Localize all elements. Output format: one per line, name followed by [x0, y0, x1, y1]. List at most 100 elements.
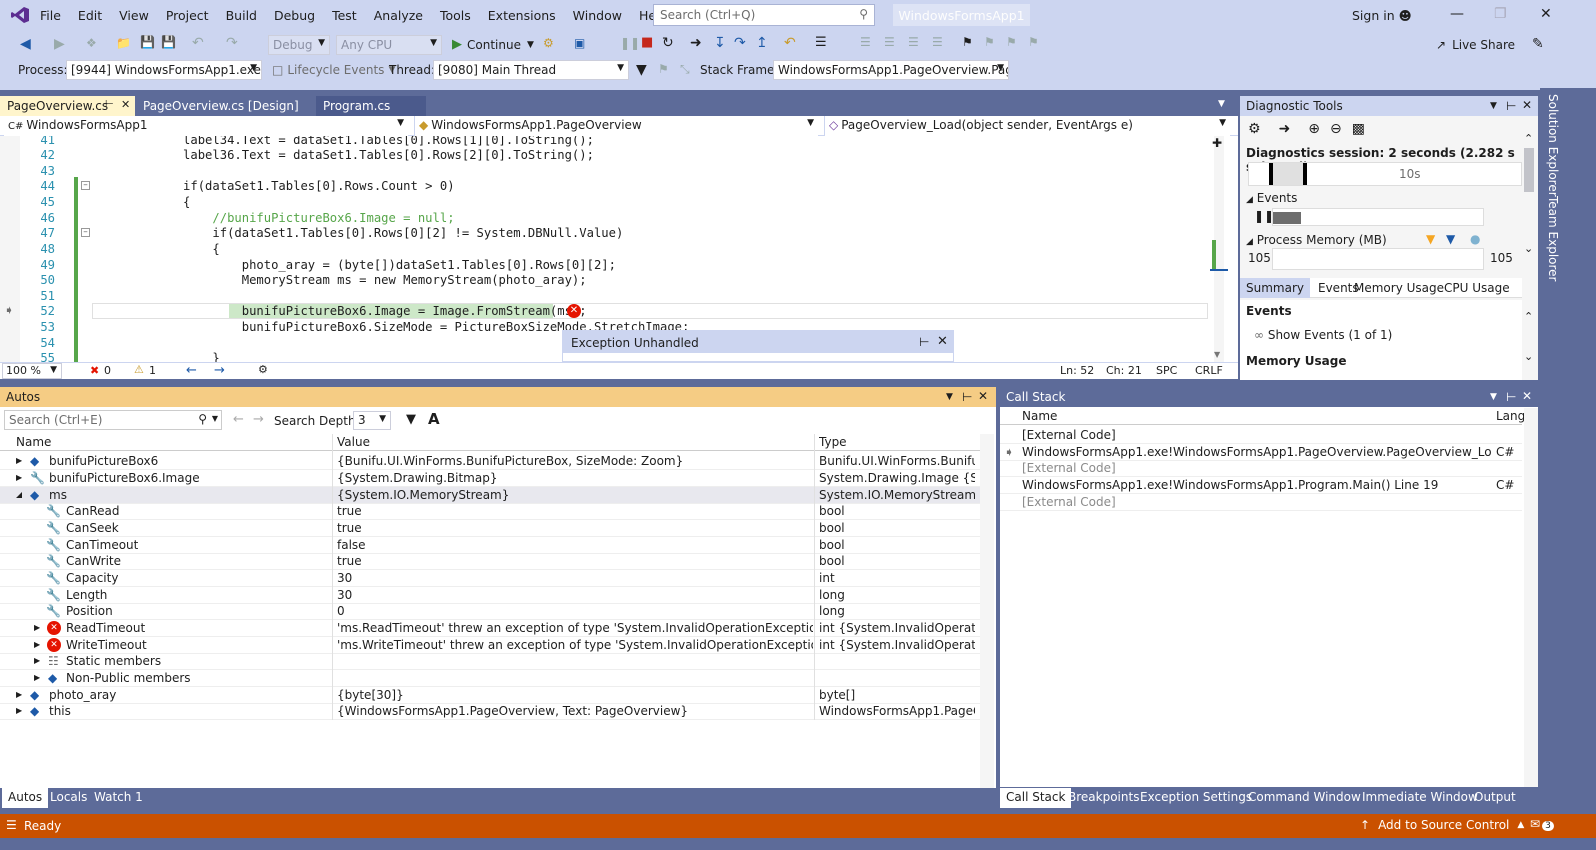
menu-analyze[interactable]: Analyze: [374, 8, 423, 23]
tab-immediate-window[interactable]: Immediate Window: [1356, 788, 1484, 808]
call-stack-row[interactable]: [External Code]: [1000, 427, 1522, 444]
autos-scrollbar[interactable]: [980, 434, 994, 788]
zoom-out-icon[interactable]: ⊖: [1330, 121, 1342, 137]
column-divider[interactable]: [332, 434, 333, 720]
team-explorer-tab[interactable]: Team Explorer: [1546, 196, 1560, 282]
search-depth-select[interactable]: 3 ▼: [353, 411, 391, 430]
menu-debug[interactable]: Debug: [274, 8, 315, 23]
pin-icon[interactable]: ⊢: [105, 99, 114, 110]
autos-row[interactable]: ▶ 🔧 bunifuPictureBox6.Image {System.Drawing…: [0, 470, 980, 487]
scroll-down-icon[interactable]: ▼: [1214, 350, 1220, 359]
search-forward-icon[interactable]: →: [253, 412, 264, 427]
search-back-icon[interactable]: ←: [233, 412, 244, 427]
tab-summary[interactable]: Summary: [1240, 278, 1310, 298]
expand-icon[interactable]: ▶: [34, 656, 40, 665]
tab-call-stack[interactable]: Call Stack: [1000, 788, 1072, 808]
tab-memory-usage[interactable]: Memory Usage: [1354, 281, 1444, 295]
nav-forward-icon[interactable]: →: [214, 363, 225, 378]
range-handle-right[interactable]: [1303, 163, 1307, 185]
expand-icon[interactable]: ▶: [34, 623, 40, 632]
configuration-select[interactable]: Debug ▼: [268, 35, 330, 55]
column-name[interactable]: Name: [16, 435, 51, 449]
save-all-icon[interactable]: 💾: [161, 35, 176, 49]
save-icon[interactable]: 💾: [140, 35, 155, 49]
error-count-icon[interactable]: ✖: [90, 364, 99, 377]
call-stack-row[interactable]: WindowsFormsApp1.exe!WindowsFormsApp1.Pr…: [1000, 477, 1522, 494]
tab-breakpoints[interactable]: Breakpoints: [1062, 788, 1145, 808]
member-dropdown[interactable]: ◇ PageOverview_Load(object sender, EventA…: [824, 116, 1230, 136]
autos-row[interactable]: ▶ ◆ Non-Public members: [0, 670, 980, 687]
line-ending-indicator[interactable]: CRLF: [1195, 364, 1223, 377]
thread-select[interactable]: [9080] Main Thread ▼: [433, 60, 629, 80]
column-name[interactable]: Name: [1022, 409, 1057, 423]
open-folder-icon[interactable]: 📁: [116, 36, 131, 50]
var-value[interactable]: false: [337, 538, 813, 552]
new-project-icon[interactable]: ❖: [86, 36, 97, 50]
timeline-ruler[interactable]: 10s: [1248, 162, 1522, 186]
scroll-up-icon[interactable]: ⌃: [1524, 132, 1533, 145]
prev-bookmark-icon[interactable]: ⚑: [984, 35, 995, 49]
project-dropdown[interactable]: C# WindowsFormsApp1 ▼: [4, 116, 408, 136]
nav-back-icon[interactable]: ←: [186, 363, 197, 378]
show-next-statement-icon[interactable]: ➜: [690, 35, 702, 51]
close-window-button[interactable]: ✕: [1540, 6, 1552, 22]
tab-pageoverview-cs[interactable]: PageOverview.cs ⊢ ✕: [0, 96, 135, 116]
expand-icon[interactable]: ▶: [16, 706, 22, 715]
expand-icon[interactable]: ▶: [34, 640, 40, 649]
tab-events[interactable]: Events: [1318, 281, 1359, 295]
tab-output[interactable]: Output: [1468, 788, 1522, 808]
autos-row[interactable]: ▶ ✕ WriteTimeout 'ms.WriteTimeout' threw an…: [0, 637, 980, 654]
var-value[interactable]: {System.IO.MemoryStream}: [337, 488, 813, 502]
back-icon[interactable]: ◀: [20, 36, 31, 52]
selected-range[interactable]: [1269, 163, 1307, 185]
sign-in-link[interactable]: Sign in ☻: [1352, 8, 1412, 23]
menu-project[interactable]: Project: [166, 8, 209, 23]
scroll-up-icon[interactable]: ⌃: [1524, 310, 1533, 323]
memory-section-header[interactable]: ◢ Process Memory (MB): [1246, 233, 1387, 247]
show-events-link[interactable]: ∞ Show Events (1 of 1): [1254, 328, 1392, 342]
glyph-margin[interactable]: [0, 136, 20, 362]
tab-autos[interactable]: Autos: [2, 788, 49, 808]
pin-icon[interactable]: ⊢: [1506, 99, 1516, 113]
clear-bookmark-icon[interactable]: ⚑: [1028, 35, 1039, 49]
whitespace-indicator[interactable]: SPC: [1156, 364, 1177, 377]
code-editor[interactable]: ➧ – – 41 label34.Text = dataSet1.Tables[…: [0, 136, 1238, 362]
expand-icon[interactable]: ▶: [16, 456, 22, 465]
close-popup-icon[interactable]: ✕: [937, 334, 948, 349]
column-value[interactable]: Value: [337, 435, 370, 449]
menu-extensions[interactable]: Extensions: [488, 8, 556, 23]
next-bookmark-icon[interactable]: ⚑: [1006, 35, 1017, 49]
menu-test[interactable]: Test: [332, 8, 357, 23]
stop-icon[interactable]: ■: [641, 35, 653, 50]
close-panel-icon[interactable]: ✕: [978, 389, 988, 403]
close-panel-icon[interactable]: ✕: [1522, 98, 1532, 112]
solution-explorer-tab[interactable]: Solution Explorer: [1546, 94, 1560, 197]
filter-icon[interactable]: ▼: [406, 412, 416, 427]
collapse-icon[interactable]: –: [81, 181, 90, 190]
expand-icon[interactable]: ▶: [16, 690, 22, 699]
tab-program-cs[interactable]: Program.cs: [316, 96, 426, 116]
autos-search-input[interactable]: Search (Ctrl+E) ⚲ ▼: [4, 410, 222, 430]
screenshot-icon[interactable]: ▣: [574, 36, 585, 50]
step-into-icon[interactable]: ↧: [714, 35, 726, 51]
feedback-icon[interactable]: ✎: [1532, 36, 1544, 52]
scrollbar-thumb[interactable]: [1524, 148, 1534, 192]
var-value[interactable]: 30: [337, 588, 813, 602]
events-section-header[interactable]: ◢ Events: [1246, 191, 1297, 205]
menu-edit[interactable]: Edit: [78, 8, 102, 23]
autos-row[interactable]: ◢ ◆ ms {System.IO.MemoryStream} System.IO.Me…: [0, 487, 980, 504]
var-value[interactable]: 'ms.WriteTimeout' threw an exception of …: [337, 638, 813, 652]
dropdown-icon[interactable]: ▼: [1490, 392, 1497, 402]
align-icon[interactable]: ☰: [884, 35, 895, 49]
pin-icon[interactable]: ⊢: [962, 390, 972, 404]
notifications-button[interactable]: ✉ 3: [1530, 817, 1554, 831]
minimize-button[interactable]: —: [1450, 6, 1464, 22]
var-value[interactable]: {WindowsFormsApp1.PageOverview, Text: Pa…: [337, 704, 813, 718]
var-value[interactable]: {System.Drawing.Bitmap}: [337, 471, 813, 485]
lifecycle-events-button[interactable]: □ Lifecycle Events ▼: [272, 63, 395, 77]
step-over-icon[interactable]: ↷: [734, 35, 746, 51]
autos-row[interactable]: 🔧 Capacity 30 int: [0, 570, 980, 587]
var-value[interactable]: true: [337, 504, 813, 518]
tab-watch-1[interactable]: Watch 1: [88, 788, 149, 808]
settings-gear-icon[interactable]: ⚙: [1248, 121, 1261, 137]
